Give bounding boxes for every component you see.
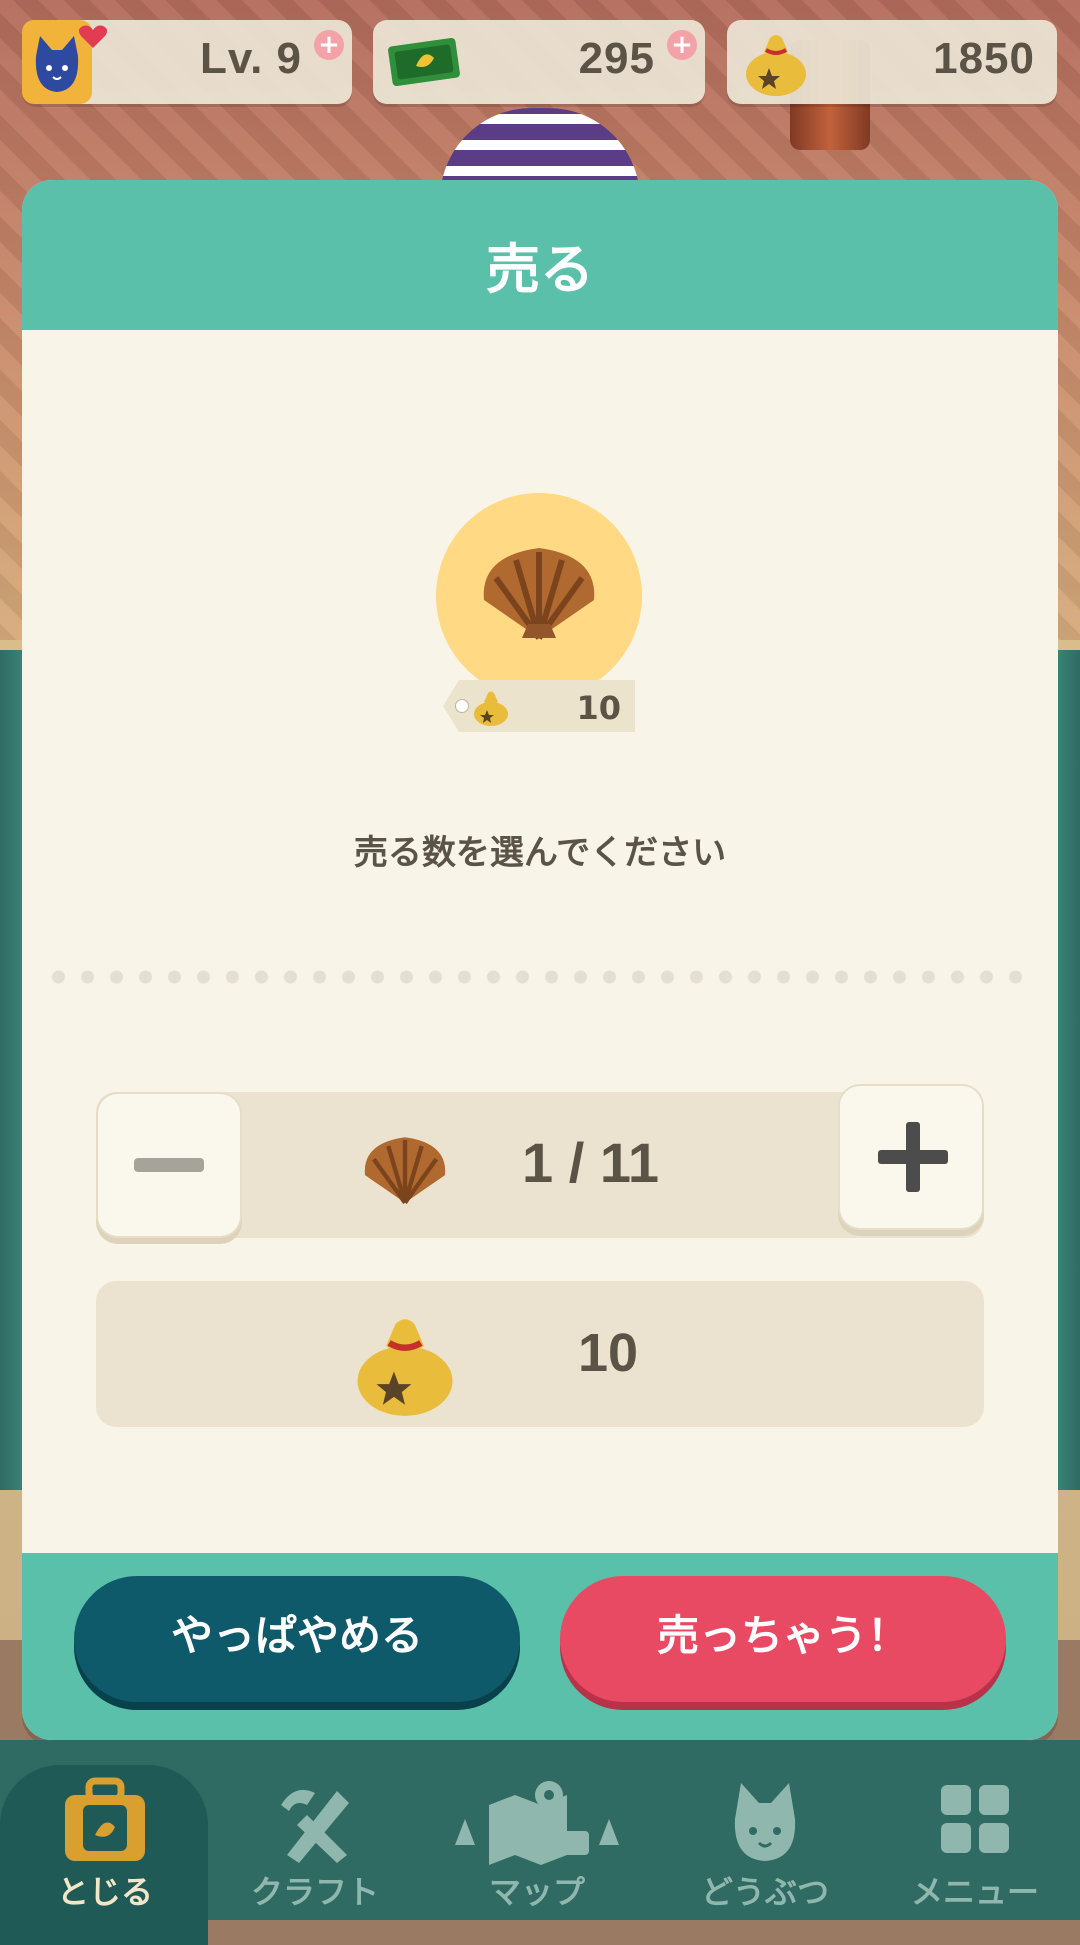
total-price: 10 (578, 1323, 639, 1383)
level-value: Lv. 9 (199, 34, 302, 83)
nav-item-menu[interactable]: メニュー (870, 1775, 1080, 1925)
animal-icon (734, 1783, 796, 1861)
nav-item-animals[interactable]: どうぶつ (660, 1775, 870, 1925)
nav-item-close[interactable]: とじる (0, 1775, 210, 1925)
cancel-button[interactable]: やっぱやめる (74, 1576, 520, 1702)
tickets-plus-icon[interactable]: + (667, 30, 697, 60)
minus-icon (134, 1158, 204, 1172)
decrease-button[interactable] (96, 1092, 242, 1238)
sell-dialog: 売る 10 売る数を選んでください 1 / 11 10 やっぱやめる 売っちゃう… (22, 180, 1058, 1740)
item-price: 10 (576, 689, 621, 727)
scallop-shell-icon (364, 1137, 446, 1204)
quantity-count: 1 / 11 (522, 1131, 660, 1194)
increase-button[interactable] (838, 1084, 984, 1230)
bell-bag-icon (474, 691, 508, 726)
bell-bag-icon (746, 35, 806, 96)
bell-bag-icon (357, 1319, 453, 1416)
nav-label: クラフト (250, 1873, 379, 1911)
sell-prompt: 売る数を選んでください (353, 833, 727, 873)
dialog-title: 売る (486, 238, 594, 301)
sell-button[interactable]: 売っちゃう！ (560, 1576, 1006, 1702)
nav-item-map[interactable]: マップ (432, 1775, 642, 1925)
tag-hole (455, 699, 469, 713)
bells-value: 1850 (933, 34, 1035, 83)
dotted-divider (44, 970, 1036, 984)
map-icon (455, 1781, 619, 1865)
heart-icon (78, 25, 108, 48)
total-price-row (96, 1281, 984, 1427)
tickets-value: 295 (578, 34, 655, 83)
plus-icon-vertical (906, 1122, 920, 1192)
nav-label: とじる (56, 1873, 153, 1911)
nav-label: メニュー (910, 1873, 1039, 1911)
dialog-header: 売る (22, 180, 1058, 330)
level-plus-icon[interactable]: + (314, 30, 344, 60)
nav-item-craft[interactable]: クラフト (210, 1775, 420, 1925)
leaf-ticket-icon (388, 37, 460, 87)
tools-icon (281, 1789, 349, 1863)
scallop-shell-icon (483, 548, 595, 640)
bag-icon (65, 1777, 145, 1861)
nav-label: どうぶつ (700, 1873, 829, 1911)
item-price-tag: 10 (443, 680, 635, 732)
grid-icon (941, 1785, 1009, 1853)
nav-label: マップ (488, 1873, 585, 1911)
